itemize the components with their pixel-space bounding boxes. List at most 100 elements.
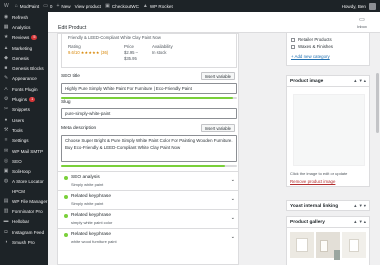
layout-icon: ▣ bbox=[3, 169, 9, 175]
howdy-menu[interactable]: Howdy, Ben bbox=[342, 4, 366, 9]
seo-title-label: SEO title bbox=[61, 74, 80, 79]
status-dot-icon bbox=[64, 176, 68, 180]
admin-sidebar: ◉ Refresh ▦ Analytics ★ Reviews 5 ▲ Marketing ◆ Ge… bbox=[0, 12, 48, 265]
comments-link[interactable]: ▭ 0 bbox=[43, 0, 52, 12]
comment-icon: ▭ bbox=[43, 3, 48, 9]
gallery-image[interactable] bbox=[290, 232, 314, 258]
site-name-link[interactable]: ⌂ ModPaint bbox=[15, 0, 39, 12]
sidebar-item-instagram-feed[interactable]: ◘ Instagram Feed bbox=[0, 227, 48, 237]
rocket-icon: ▲ bbox=[142, 3, 148, 9]
sidebar-item-label: SoliHoop bbox=[12, 169, 31, 175]
sidebar-item-plugins[interactable]: ⚙ Plugins 1 bbox=[0, 94, 48, 104]
sidebar-item-reviews[interactable]: ★ Reviews 5 bbox=[0, 33, 48, 43]
sidebar-item-label: Snippets bbox=[12, 107, 30, 113]
sidebar-item-tools[interactable]: ⚒ Tools bbox=[0, 125, 48, 135]
sidebar-item-label: Plugins bbox=[12, 97, 28, 103]
avatar[interactable] bbox=[369, 2, 376, 10]
sidebar-item-fonts-plugin[interactable]: A Fonts Plugin bbox=[0, 84, 48, 94]
gallery-image[interactable] bbox=[342, 232, 366, 258]
sidebar-item-forminator-pro[interactable]: ▥ Forminator Pro bbox=[0, 206, 48, 216]
rocket-link[interactable]: ▲ WP Rocket bbox=[143, 0, 173, 12]
page-scrollbar[interactable] bbox=[375, 33, 379, 265]
seo-title-input[interactable]: Highly Pure Simply White Paint For Furni… bbox=[61, 83, 237, 94]
new-content-menu[interactable]: + New bbox=[56, 0, 70, 12]
sidebar-item-snippets[interactable]: ✂ Snippets bbox=[0, 105, 48, 115]
preview-price-max: $35.95 bbox=[124, 56, 137, 61]
status-dot-icon bbox=[64, 233, 68, 237]
view-product-link[interactable]: View product bbox=[75, 0, 101, 12]
chevron-down-icon: ⌄ bbox=[230, 234, 235, 240]
sidebar-item-label: Settings bbox=[12, 138, 29, 144]
chevron-down-icon: ⌄ bbox=[230, 215, 235, 221]
sidebar-item-wp-file-manager[interactable]: ▤ WP File Manager bbox=[0, 196, 48, 206]
sidebar-item-refresh[interactable]: ◉ Refresh bbox=[0, 12, 48, 22]
status-dot-icon bbox=[64, 195, 68, 199]
preview-header-price: Price bbox=[124, 44, 135, 49]
checkout-link[interactable]: ▣ CheckoutWC bbox=[105, 0, 139, 12]
panel-controls-icon[interactable]: ▲ ▼ ▾ bbox=[353, 203, 366, 208]
add-new-category-link[interactable]: + Add new category bbox=[291, 54, 330, 59]
genesis-icon: ◆ bbox=[4, 55, 8, 61]
yoast-internal-linking-panel: Yoast internal linking ▲ ▼ ▾ bbox=[286, 200, 370, 211]
sidebar-item-label: Fonts Plugin bbox=[12, 86, 38, 92]
star-icon: ★ bbox=[3, 35, 9, 41]
megaphone-icon: ▲ bbox=[3, 45, 9, 51]
analysis-title: SEO analysis bbox=[71, 175, 100, 180]
sidebar-item-genesis[interactable]: ◆ Genesis bbox=[0, 53, 48, 63]
panel-controls-icon[interactable]: ▲ ▼ ▴ bbox=[353, 219, 366, 224]
inbox-button[interactable]: ▭ Inbox bbox=[352, 17, 372, 29]
meta-description-length-fill bbox=[61, 165, 225, 167]
sidebar-item-smush-pro[interactable]: ◑ Smush Pro bbox=[0, 237, 48, 247]
sidebar-item-appearance[interactable]: ✎ Appearance bbox=[0, 74, 48, 84]
related-keyphrase-toggle[interactable]: Related keyphrase Simply white paint ⌄ bbox=[58, 190, 238, 207]
sidebar-item-marketing[interactable]: ▲ Marketing bbox=[0, 43, 48, 53]
seo-title-insert-variable-button[interactable]: Insert variable bbox=[200, 72, 235, 80]
analysis-keyphrase: Simply white paint bbox=[71, 181, 104, 187]
hellobar-icon: ▬ bbox=[3, 219, 9, 225]
sidebar-subitem-hpcm[interactable]: HPCM bbox=[0, 187, 48, 196]
sidebar-item-genesis-blocks[interactable]: ■ Genesis Blocks bbox=[0, 63, 48, 73]
preview-price: $2.95 – bbox=[124, 50, 138, 55]
sidebar-item-seo[interactable]: ◎ SEO bbox=[0, 156, 48, 166]
panel-controls-icon[interactable]: ▲ ▼ ▴ bbox=[353, 78, 366, 83]
sidebar-item-label: Genesis bbox=[12, 55, 29, 61]
remove-product-image-link[interactable]: Remove product image bbox=[290, 179, 335, 184]
wp-logo-button[interactable]: W bbox=[4, 0, 11, 12]
sidebar-item-solihoop[interactable]: ▣ SoliHoop bbox=[0, 166, 48, 176]
sidebar-item-analytics[interactable]: ▦ Analytics bbox=[0, 22, 48, 32]
meta-description-input[interactable]: Choose Super Bright & Pure Simply White … bbox=[61, 135, 237, 162]
analysis-title: Related keyphrase bbox=[71, 194, 111, 199]
product-categories-panel: Retailer Products Waxes & Finishes + Add… bbox=[286, 33, 370, 66]
related-keyphrase-toggle[interactable]: Related keyphrase white wood furniture pa… bbox=[58, 228, 238, 245]
sidebar-item-users[interactable]: ● Users bbox=[0, 115, 48, 125]
sidebar-item-label: Refresh bbox=[12, 14, 29, 20]
sidebar-item-hellobar[interactable]: ▬ Hellobar bbox=[0, 217, 48, 227]
slug-input[interactable]: pure-simply-white-paint bbox=[61, 108, 237, 119]
product-image-panel: Product image ▲ ▼ ▴ Click the image to ed… bbox=[286, 75, 370, 187]
sidebar-item-settings[interactable]: ≡ Settings bbox=[0, 136, 48, 146]
sidebar-item-a-store-locator[interactable]: ◍ A Store Locator bbox=[0, 177, 48, 187]
scrollbar-thumb[interactable] bbox=[376, 73, 379, 133]
product-gallery-header[interactable]: Product gallery ▲ ▼ ▴ bbox=[287, 217, 369, 228]
seo-analysis-toggle[interactable]: SEO analysis Simply white paint ⌄ bbox=[58, 171, 238, 188]
page-title: Edit Product bbox=[58, 25, 87, 31]
sidebar-item-label: Analytics bbox=[12, 24, 31, 30]
category-option[interactable]: Waxes & Finishes bbox=[287, 43, 369, 50]
sidebar-item-label: Hellobar bbox=[12, 219, 30, 225]
sidebar-item-wp-mail-smtp[interactable]: ✉ WP Mail SMTP bbox=[0, 146, 48, 156]
product-image-thumbnail[interactable] bbox=[293, 94, 365, 166]
sidebar-item-label: Tools bbox=[12, 127, 23, 133]
checkbox[interactable] bbox=[291, 44, 295, 49]
checkout-icon: ▣ bbox=[105, 3, 110, 9]
yoast-linking-header[interactable]: Yoast internal linking ▲ ▼ ▾ bbox=[287, 201, 369, 210]
wordpress-icon: W bbox=[4, 3, 9, 9]
form-icon: ▥ bbox=[3, 208, 9, 214]
product-image-header[interactable]: Product image ▲ ▼ ▴ bbox=[287, 76, 369, 87]
category-option[interactable]: Retailer Products bbox=[287, 36, 369, 43]
count-badge: 1 bbox=[29, 97, 36, 103]
related-keyphrase-toggle[interactable]: Related keyphrase simply white paint colo… bbox=[58, 209, 238, 226]
gallery-image[interactable] bbox=[316, 232, 340, 260]
meta-description-insert-variable-button[interactable]: Insert variable bbox=[200, 124, 235, 132]
settings-icon: ≡ bbox=[4, 138, 8, 144]
checkbox[interactable] bbox=[291, 37, 295, 42]
